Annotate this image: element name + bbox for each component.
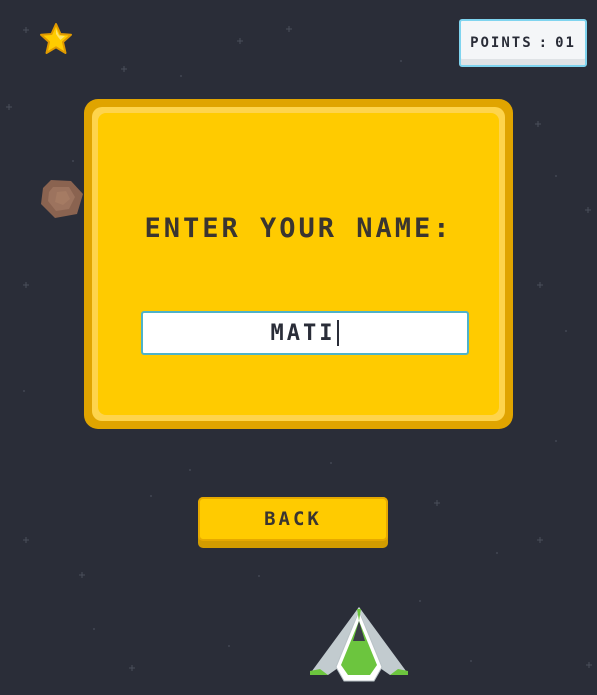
twinkle-star <box>6 104 12 110</box>
twinkle-star <box>237 38 243 44</box>
twinkle-star <box>129 665 135 671</box>
name-input-value: MATI <box>270 320 336 346</box>
dialog-inner-border: ENTER YOUR NAME: MATI <box>92 107 505 421</box>
twinkle-star <box>585 207 591 213</box>
twinkle-star <box>121 66 127 72</box>
twinkle-star <box>23 282 29 288</box>
twinkle-star <box>537 537 543 543</box>
asteroid-icon <box>41 180 83 218</box>
twinkle-star <box>586 662 592 668</box>
name-input[interactable]: MATI <box>141 311 469 355</box>
twinkle-star <box>535 121 541 127</box>
points-display: POINTS : 01 <box>459 19 587 67</box>
twinkle-star <box>434 500 440 506</box>
points-label: POINTS <box>470 35 533 51</box>
points-separator: : <box>538 35 550 51</box>
name-entry-dialog: ENTER YOUR NAME: MATI <box>84 99 513 429</box>
twinkle-star <box>286 26 292 32</box>
twinkle-star <box>79 572 85 578</box>
text-caret <box>337 320 340 346</box>
back-button[interactable]: BACK <box>198 497 388 548</box>
twinkle-star <box>537 282 543 288</box>
points-value: 01 <box>555 35 576 51</box>
twinkle-star <box>23 537 29 543</box>
spaceship-icon <box>310 607 408 682</box>
star-icon <box>40 23 72 54</box>
dialog-body: ENTER YOUR NAME: MATI <box>98 113 499 415</box>
name-prompt: ENTER YOUR NAME: <box>144 213 453 244</box>
twinkle-star <box>23 27 29 33</box>
back-button-label: BACK <box>264 508 322 530</box>
back-button-face: BACK <box>198 497 388 541</box>
